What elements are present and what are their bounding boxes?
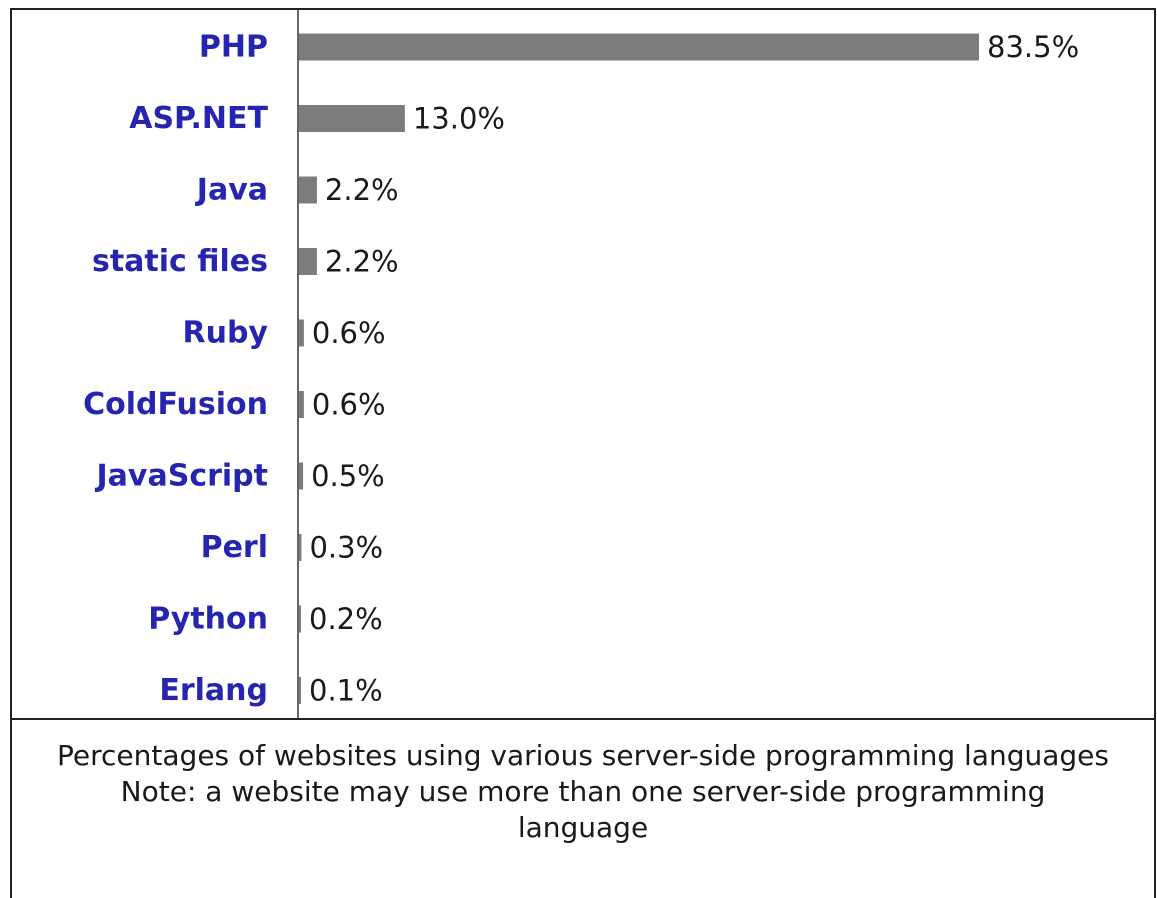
value-label: 0.6% (312, 388, 386, 422)
chart-frame: PHP 83.5% ASP.NET 13.0% Java 2.2% static files… (10, 8, 1156, 898)
bar (299, 462, 304, 490)
category-label: static files (92, 244, 268, 279)
bar-chart: PHP 83.5% ASP.NET 13.0% Java 2.2% static files… (12, 10, 1156, 720)
bar (299, 105, 405, 132)
category-label: ASP.NET (129, 101, 268, 136)
category-label: JavaScript (95, 459, 269, 494)
value-label: 0.6% (312, 316, 386, 350)
value-label: 83.5% (987, 30, 1079, 64)
category-label: ColdFusion (83, 387, 268, 422)
category-label: Ruby (183, 316, 269, 351)
value-label: 2.2% (325, 245, 399, 279)
category-label: Java (195, 173, 268, 208)
caption-line-2: Note: a website may use more than one se… (120, 775, 1046, 844)
bar (299, 534, 302, 561)
bar (299, 176, 317, 204)
value-label: 0.3% (309, 531, 383, 565)
category-label: Python (148, 602, 268, 637)
value-label: 0.5% (311, 459, 385, 493)
chart-caption: Percentages of websites using various se… (12, 738, 1154, 846)
bar (299, 319, 304, 347)
caption-line-1: Percentages of websites using various se… (57, 739, 1109, 772)
category-label: Perl (201, 530, 268, 565)
value-label: 0.2% (309, 602, 383, 636)
bar-chart-svg: PHP 83.5% ASP.NET 13.0% Java 2.2% static files… (83, 10, 1079, 720)
category-label: Erlang (159, 673, 268, 708)
category-label: PHP (199, 30, 268, 65)
bar (299, 33, 979, 61)
bar (299, 605, 301, 633)
caption-divider (12, 718, 1154, 720)
bar (299, 677, 301, 704)
value-label: 13.0% (413, 102, 505, 136)
value-label: 2.2% (325, 173, 399, 207)
bar (299, 391, 304, 418)
bar (299, 248, 317, 275)
value-label: 0.1% (309, 674, 383, 708)
